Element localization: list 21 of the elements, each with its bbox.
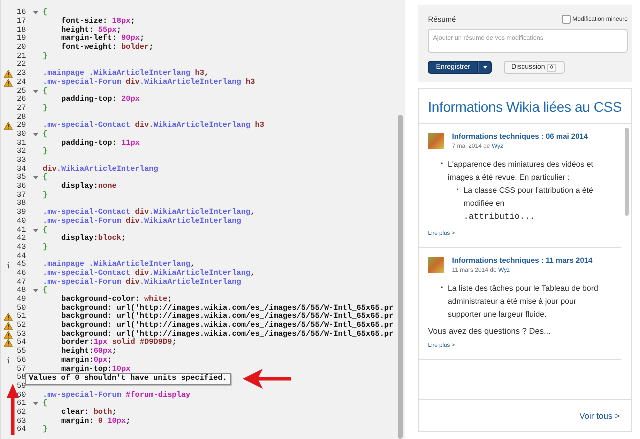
see-all-link[interactable]: Voir tous > — [580, 410, 620, 420]
fold-caret-icon[interactable] — [33, 402, 39, 406]
fold-caret-icon[interactable] — [33, 90, 39, 94]
scrollbar[interactable] — [398, 115, 404, 439]
fold-caret-icon[interactable] — [33, 11, 39, 16]
post-text: Vous avez des questions ? Des... — [428, 326, 552, 336]
fold-caret-icon[interactable] — [33, 289, 39, 294]
fold-caret-icon[interactable] — [33, 132, 39, 137]
caret-icon — [482, 66, 488, 69]
annotation-arrow — [243, 369, 291, 389]
save-dropdown-button[interactable] — [478, 61, 492, 74]
annotation-arrow — [7, 384, 19, 436]
fold-caret-icon[interactable] — [33, 176, 39, 180]
thumbnail-image — [428, 133, 444, 149]
module-title: Informations Wikia liées au CSS — [419, 89, 631, 124]
scrollbar[interactable] — [625, 128, 629, 216]
fold-caret-icon[interactable] — [33, 228, 39, 233]
thumbnail-image — [428, 257, 444, 273]
minor-edit-checkbox[interactable] — [562, 15, 571, 24]
code-snippet: .attributio... — [464, 212, 536, 222]
code-editor[interactable] — [0, 0, 406, 439]
